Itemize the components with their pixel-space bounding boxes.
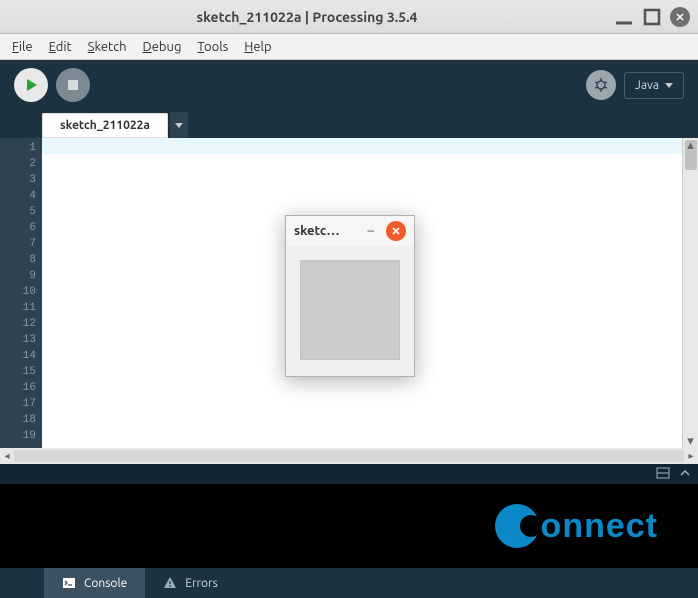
bottom-tabs: Console Errors — [0, 568, 698, 598]
hscroll-track[interactable] — [14, 450, 684, 462]
line-number: 2 — [2, 156, 36, 172]
vertical-scrollbar[interactable]: ▴ ▾ — [682, 138, 698, 448]
panel-toolbar — [0, 464, 698, 484]
line-number: 7 — [2, 236, 36, 252]
scroll-right-arrow[interactable]: ▸ — [684, 450, 698, 462]
tabbar: sketch_211022a — [0, 110, 698, 138]
panel-toggle-icon[interactable] — [656, 466, 670, 483]
scroll-left-arrow[interactable]: ◂ — [0, 450, 14, 462]
line-number: 5 — [2, 204, 36, 220]
line-number: 15 — [2, 364, 36, 380]
line-number: 1 — [2, 140, 36, 156]
current-line-highlight — [42, 138, 682, 154]
brand-c-icon — [495, 504, 539, 548]
tab-console[interactable]: Console — [44, 568, 145, 598]
scroll-up-arrow[interactable]: ▴ — [683, 138, 698, 152]
line-number: 9 — [2, 268, 36, 284]
line-number: 18 — [2, 412, 36, 428]
window-titlebar: sketch_211022a | Processing 3.5.4 — [0, 0, 698, 34]
minimize-button[interactable] — [614, 7, 634, 27]
mode-label: Java — [635, 79, 659, 92]
brand-text: onnect — [541, 507, 658, 546]
mode-selector[interactable]: Java — [624, 72, 684, 99]
scroll-down-arrow[interactable]: ▾ — [683, 434, 698, 448]
line-number: 14 — [2, 348, 36, 364]
line-number: 10 — [2, 284, 36, 300]
chevron-down-icon — [175, 123, 183, 128]
sketch-close-button[interactable] — [386, 221, 406, 241]
sketch-run-window[interactable]: sketc… – — [285, 215, 415, 377]
run-button[interactable] — [14, 68, 48, 102]
console-output: onnect — [0, 484, 698, 568]
chevron-down-icon — [665, 83, 673, 88]
menu-debug[interactable]: Debug — [137, 38, 188, 56]
line-number: 17 — [2, 396, 36, 412]
tab-errors[interactable]: Errors — [145, 568, 236, 598]
stop-button[interactable] — [56, 68, 90, 102]
tab-dropdown[interactable] — [170, 112, 188, 138]
toolbar: Java — [0, 60, 698, 110]
console-icon — [62, 576, 76, 590]
menu-tools[interactable]: Tools — [191, 38, 234, 56]
sketch-window-title: sketc… — [294, 224, 364, 238]
menu-file[interactable]: File — [6, 38, 39, 56]
menu-edit[interactable]: Edit — [43, 38, 78, 56]
sketch-canvas — [300, 260, 400, 360]
window-title: sketch_211022a | Processing 3.5.4 — [8, 9, 606, 25]
line-number: 12 — [2, 316, 36, 332]
line-number: 6 — [2, 220, 36, 236]
debug-icon[interactable] — [586, 70, 616, 100]
panel-collapse-icon[interactable] — [678, 466, 692, 483]
line-number: 11 — [2, 300, 36, 316]
line-number: 19 — [2, 428, 36, 444]
line-number: 16 — [2, 380, 36, 396]
horizontal-scrollbar[interactable]: ◂ ▸ — [0, 448, 698, 464]
line-number-gutter: 12345678910111213141516171819 — [0, 138, 42, 448]
menu-help[interactable]: Help — [238, 38, 277, 56]
line-number: 4 — [2, 188, 36, 204]
tab-sketch[interactable]: sketch_211022a — [42, 113, 168, 138]
warning-icon — [163, 576, 177, 590]
console-label: Console — [84, 577, 127, 590]
menu-sketch[interactable]: Sketch — [82, 38, 133, 56]
brand-logo: onnect — [495, 504, 658, 548]
line-number: 8 — [2, 252, 36, 268]
line-number: 3 — [2, 172, 36, 188]
sketch-window-titlebar: sketc… – — [286, 216, 414, 246]
errors-label: Errors — [185, 577, 218, 590]
line-number: 13 — [2, 332, 36, 348]
maximize-button[interactable] — [642, 7, 662, 27]
close-button[interactable] — [670, 7, 690, 27]
menubar: File Edit Sketch Debug Tools Help — [0, 34, 698, 60]
sketch-minimize-button[interactable]: – — [364, 224, 378, 238]
